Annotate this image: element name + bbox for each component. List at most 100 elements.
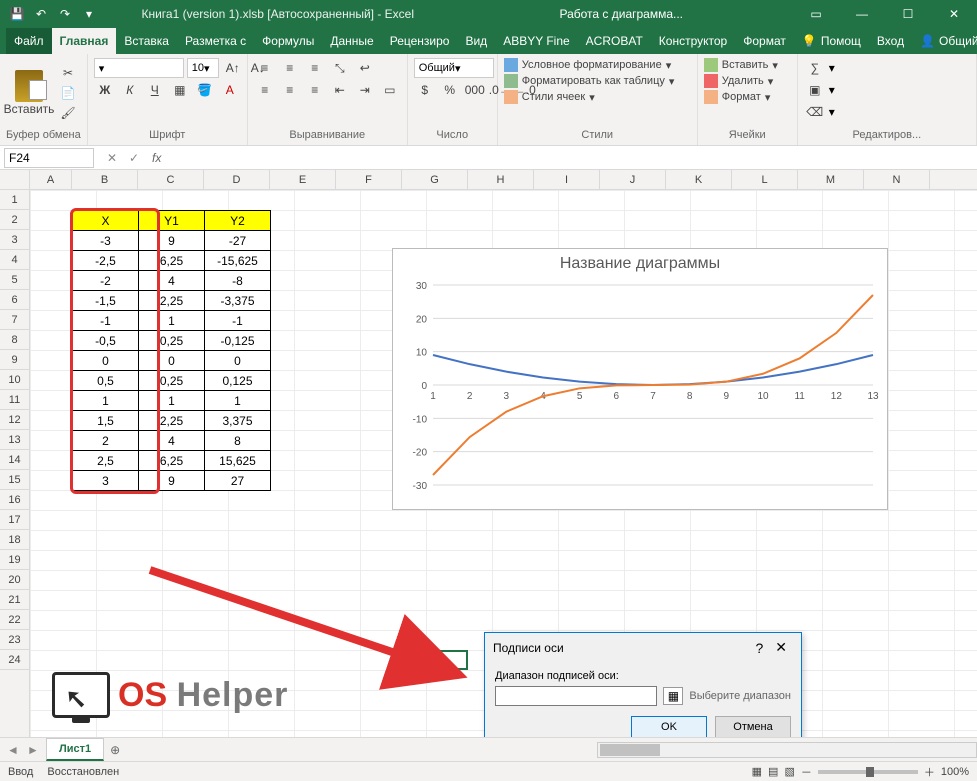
border-icon[interactable]: ▦ [169,80,191,100]
underline-button[interactable]: Ч [144,80,166,100]
row-header[interactable]: 13 [0,430,29,450]
comma-icon[interactable]: 000 [464,80,486,100]
save-icon[interactable]: 💾 [6,3,28,25]
undo-icon[interactable]: ↶ [30,3,52,25]
row-header[interactable]: 24 [0,650,29,670]
cancel-button[interactable]: Отмена [715,716,791,738]
sheet-nav-next-icon[interactable]: ► [24,743,42,757]
chart-object[interactable]: Название диаграммы -30-20-10010203012345… [392,248,888,510]
format-painter-icon[interactable]: 🖌 [58,104,78,122]
row-header[interactable]: 19 [0,550,29,570]
table-cell[interactable]: 0,25 [139,331,205,351]
merge-icon[interactable]: ▭ [379,80,401,100]
table-cell[interactable]: 4 [139,431,205,451]
table-cell[interactable]: 0,5 [73,371,139,391]
zoom-out-icon[interactable]: － [801,764,812,780]
orientation-icon[interactable]: ⤡ [329,58,351,78]
row-header[interactable]: 11 [0,390,29,410]
clear-icon[interactable]: ⌫ [804,102,826,122]
row-header[interactable]: 15 [0,470,29,490]
table-cell[interactable]: 0,25 [139,371,205,391]
column-header[interactable]: K [666,170,732,189]
table-header[interactable]: Y1 [139,211,205,231]
table-cell[interactable]: -15,625 [205,251,271,271]
tab-review[interactable]: Рецензиро [382,28,458,54]
align-bottom-icon[interactable]: ≡ [304,58,326,78]
table-cell[interactable]: 1 [139,311,205,331]
format-cells-button[interactable]: Формат ▾ [704,90,771,104]
row-header[interactable]: 20 [0,570,29,590]
table-cell[interactable]: 0 [139,351,205,371]
cancel-formula-icon[interactable]: ✕ [102,151,122,165]
column-header[interactable]: D [204,170,270,189]
formula-input[interactable] [165,148,977,168]
table-cell[interactable]: -2,5 [73,251,139,271]
font-size-combo[interactable]: 10 ▾ [187,58,219,78]
table-cell[interactable]: 1 [139,391,205,411]
column-header[interactable]: A [30,170,72,189]
signin-link[interactable]: Вход [869,28,912,54]
column-header[interactable]: J [600,170,666,189]
conditional-formatting-button[interactable]: Условное форматирование ▾ [504,58,671,72]
table-cell[interactable]: -0,5 [73,331,139,351]
zoom-value[interactable]: 100% [941,766,969,778]
tab-data[interactable]: Данные [322,28,381,54]
horizontal-scrollbar[interactable] [597,742,977,758]
tab-design[interactable]: Конструктор [651,28,735,54]
row-header[interactable]: 21 [0,590,29,610]
column-header[interactable]: M [798,170,864,189]
maximize-icon[interactable]: ☐ [885,0,931,28]
row-header[interactable]: 4 [0,250,29,270]
table-cell[interactable]: -1 [73,311,139,331]
tab-layout[interactable]: Разметка с [177,28,254,54]
table-cell[interactable]: -27 [205,231,271,251]
sheet-tab[interactable]: Лист1 [46,738,104,761]
table-cell[interactable]: 9 [139,471,205,491]
column-header[interactable]: N [864,170,930,189]
table-cell[interactable]: 2,25 [139,411,205,431]
tab-format[interactable]: Формат [735,28,794,54]
percent-icon[interactable]: % [439,80,461,100]
currency-icon[interactable]: $ [414,80,436,100]
redo-icon[interactable]: ↷ [54,3,76,25]
tab-help[interactable]: 💡Помощ [794,28,869,54]
view-normal-icon[interactable]: ▦ [752,765,762,778]
grow-font-icon[interactable]: A↑ [222,58,244,78]
row-header[interactable]: 17 [0,510,29,530]
paste-button[interactable]: Вставить [6,70,52,116]
table-cell[interactable]: -1 [205,311,271,331]
table-cell[interactable]: 6,25 [139,451,205,471]
select-all-corner[interactable] [0,170,29,190]
zoom-in-icon[interactable]: ＋ [924,764,935,780]
tab-formulas[interactable]: Формулы [254,28,322,54]
row-header[interactable]: 6 [0,290,29,310]
column-header[interactable]: I [534,170,600,189]
zoom-slider[interactable] [818,770,918,774]
align-top-icon[interactable]: ≡ [254,58,276,78]
cell-styles-button[interactable]: Стили ячеек ▾ [504,90,595,104]
fill-icon[interactable]: ▣ [804,80,826,100]
column-header[interactable]: G [402,170,468,189]
table-cell[interactable]: 27 [205,471,271,491]
tab-insert[interactable]: Вставка [116,28,177,54]
font-name-combo[interactable]: ▾ [94,58,184,78]
range-picker-icon[interactable]: ▦ [663,687,683,705]
tab-file[interactable]: Файл [6,28,52,54]
tab-home[interactable]: Главная [52,28,117,54]
row-header[interactable]: 2 [0,210,29,230]
row-header[interactable]: 14 [0,450,29,470]
italic-button[interactable]: К [119,80,141,100]
table-cell[interactable]: 2,25 [139,291,205,311]
row-header[interactable]: 7 [0,310,29,330]
table-cell[interactable]: 2 [73,431,139,451]
row-header[interactable]: 10 [0,370,29,390]
number-format-combo[interactable]: Общий ▾ [414,58,494,78]
table-cell[interactable]: 0 [205,351,271,371]
row-header[interactable]: 18 [0,530,29,550]
delete-cells-button[interactable]: Удалить ▾ [704,74,774,88]
dialog-help-icon[interactable]: ? [749,640,769,656]
insert-cells-button[interactable]: Вставить ▾ [704,58,778,72]
table-cell[interactable]: 9 [139,231,205,251]
dialog-close-icon[interactable]: ✕ [769,639,793,656]
cells-area[interactable]: XY1Y2-39-27-2,56,25-15,625-24-8-1,52,25-… [30,190,977,744]
